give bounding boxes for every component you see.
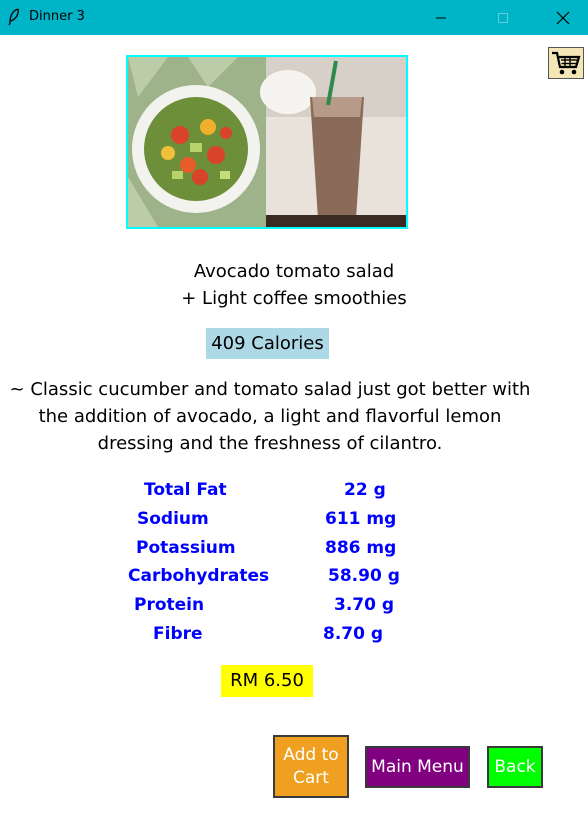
nutrition-label-sodium: Sodium [137, 509, 209, 529]
feather-icon [8, 8, 19, 26]
nutrition-label-fibre: Fibre [153, 624, 203, 644]
nutrition-value-carbohydrates: 58.90 g [328, 566, 400, 586]
salad-and-smoothie-photo [128, 57, 406, 227]
description-line: ~ Classic cucumber and tomato salad just… [9, 379, 531, 400]
close-icon [556, 11, 570, 24]
title-bar: Dinner 3 [0, 0, 588, 35]
dish-name-line2: + Light coffee smoothies [181, 288, 407, 309]
nutrition-value-protein: 3.70 g [334, 595, 395, 615]
description-line: the addition of avocado, a light and fla… [38, 406, 502, 427]
dish-description: ~ Classic cucumber and tomato salad just… [0, 376, 540, 457]
dish-name: Avocado tomato salad + Light coffee smoo… [0, 258, 588, 312]
nutrition-value-sodium: 611 mg [325, 509, 397, 529]
nutrition-label-total-fat: Total Fat [144, 480, 227, 500]
window-title: Dinner 3 [29, 9, 85, 24]
minimize-icon [436, 17, 446, 18]
cart-button[interactable] [548, 47, 584, 79]
minimize-button[interactable] [418, 0, 464, 35]
price-label: RM 6.50 [221, 665, 313, 697]
maximize-icon [498, 12, 508, 23]
dish-name-line1: Avocado tomato salad [193, 261, 395, 282]
add-to-cart-label-line1: Add to [283, 744, 339, 765]
nutrition-value-potassium: 886 mg [325, 538, 397, 558]
nutrition-label-potassium: Potassium [136, 538, 236, 558]
close-button[interactable] [540, 0, 586, 35]
nutrition-label-carbohydrates: Carbohydrates [128, 566, 270, 586]
main-menu-button[interactable]: Main Menu [365, 746, 470, 788]
calories-label: 409 Calories [206, 328, 329, 359]
food-image [126, 55, 408, 229]
back-button[interactable]: Back [487, 746, 543, 788]
nutrition-label-protein: Protein [134, 595, 205, 615]
maximize-button[interactable] [480, 0, 526, 35]
description-line: dressing and the freshness of cilantro. [97, 433, 443, 454]
nutrition-value-total-fat: 22 g [344, 480, 386, 500]
add-to-cart-label-line2: Cart [293, 767, 329, 788]
add-to-cart-button[interactable]: Add to Cart [273, 735, 349, 798]
shopping-cart-icon [552, 51, 581, 75]
nutrition-value-fibre: 8.70 g [323, 624, 384, 644]
